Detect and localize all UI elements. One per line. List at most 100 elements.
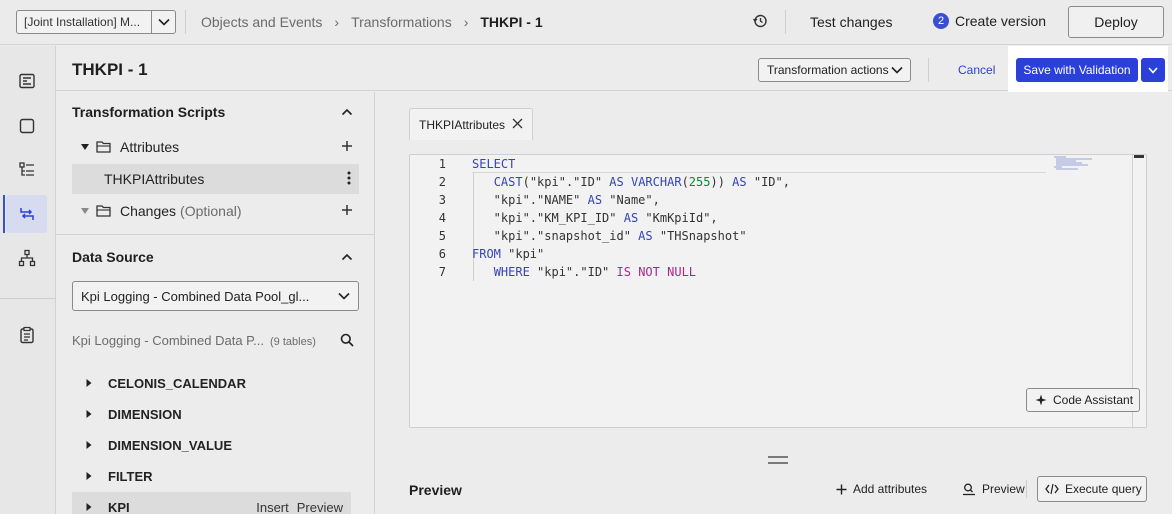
breadcrumb-separator: ›	[334, 14, 340, 30]
square-icon	[19, 118, 34, 134]
optional-label: (Optional)	[180, 203, 242, 219]
caret-right-icon[interactable]	[84, 471, 94, 481]
code-line: 6 FROM "kpi"	[410, 245, 545, 263]
preview-title: Preview	[409, 482, 462, 498]
tree-item-attributes[interactable]: Attributes	[72, 132, 359, 162]
rail-item-clipboard[interactable]	[6, 316, 47, 354]
left-rail	[0, 46, 56, 514]
create-version-label: Create version	[955, 13, 1047, 29]
table-item[interactable]: FILTER	[72, 461, 351, 491]
chevron-down-icon	[151, 11, 175, 33]
dashboard-icon	[18, 73, 35, 89]
code-line: 3 "kpi"."NAME" AS "Name",	[410, 191, 660, 209]
divider	[0, 298, 56, 299]
code-editor[interactable]: 1 SELECT 2 CAST("kpi"."ID" AS VARCHAR(25…	[409, 154, 1147, 428]
search-icon[interactable]	[340, 333, 354, 347]
chevron-down-icon	[338, 292, 350, 300]
preview-button[interactable]: Preview	[962, 482, 1025, 496]
code-assistant-label: Code Assistant	[1053, 393, 1134, 407]
breadcrumb-current: THKPI - 1	[480, 14, 543, 30]
divider	[785, 10, 786, 34]
close-icon[interactable]	[512, 118, 523, 129]
minimap[interactable]	[1052, 155, 1104, 173]
tree-item-changes[interactable]: Changes (Optional)	[72, 196, 359, 226]
caret-right-icon[interactable]	[84, 440, 94, 450]
history-icon[interactable]	[752, 13, 770, 31]
rail-item-objects[interactable]	[6, 107, 47, 145]
test-changes-button[interactable]: Test changes	[810, 14, 893, 30]
resize-handle[interactable]	[768, 456, 788, 464]
scrollbar[interactable]	[1132, 155, 1146, 427]
hierarchy-icon	[18, 249, 35, 267]
save-options-button[interactable]	[1141, 58, 1165, 82]
line-number: 7	[438, 265, 446, 279]
more-vertical-icon[interactable]	[347, 171, 351, 185]
tree-item-label: THKPIAttributes	[104, 171, 205, 187]
data-source-name: Kpi Logging - Combined Data P...	[72, 333, 264, 348]
caret-down-icon[interactable]	[78, 143, 92, 151]
divider	[1026, 480, 1027, 498]
tab-label: THKPIAttributes	[419, 117, 506, 132]
divider	[472, 172, 1046, 173]
preview-label: Preview	[982, 482, 1025, 496]
rail-item-hierarchy[interactable]	[6, 239, 47, 277]
cancel-button[interactable]: Cancel	[958, 63, 995, 77]
table-item-kpi[interactable]: KPI Insert Preview	[72, 492, 351, 514]
package-select-label: [Joint Installation] M...	[24, 15, 141, 29]
chevron-up-icon[interactable]	[341, 106, 353, 118]
folder-open-icon	[96, 205, 111, 217]
line-number: 5	[438, 229, 446, 243]
caret-right-icon[interactable]	[84, 378, 94, 388]
scrollbar-thumb[interactable]	[1134, 155, 1144, 158]
line-number: 3	[438, 193, 446, 207]
tab-thkpiattributes[interactable]: THKPIAttributes	[409, 108, 533, 140]
table-item[interactable]: DIMENSION	[72, 399, 351, 429]
transform-icon	[19, 208, 34, 220]
rail-item-events[interactable]	[6, 151, 47, 189]
create-version-button[interactable]: 2 Create version	[933, 13, 1046, 29]
insert-link[interactable]: Insert	[256, 500, 289, 514]
transformation-scripts-title: Transformation Scripts	[72, 104, 226, 120]
code-line: 2 CAST("kpi"."ID" AS VARCHAR(255)) AS "I…	[410, 173, 790, 191]
data-source-select[interactable]: Kpi Logging - Combined Data Pool_gl...	[72, 281, 359, 311]
rail-item-overview[interactable]	[6, 62, 47, 100]
plus-icon	[836, 484, 847, 494]
version-count-badge: 2	[933, 13, 949, 29]
code-icon	[1045, 483, 1059, 495]
line-number: 2	[438, 175, 446, 189]
table-item[interactable]: DIMENSION_VALUE	[72, 430, 351, 460]
preview-icon	[963, 483, 975, 495]
chevron-up-icon[interactable]	[341, 251, 353, 263]
add-attributes-button[interactable]: Add attributes	[836, 482, 927, 496]
scripts-panel: Transformation Scripts Attributes THKPIA…	[56, 92, 375, 514]
deploy-button[interactable]: Deploy	[1068, 6, 1164, 38]
caret-right-icon[interactable]	[84, 409, 94, 419]
execute-query-button[interactable]: Execute query	[1037, 476, 1147, 502]
list-tree-icon	[18, 162, 34, 176]
breadcrumb-transformations[interactable]: Transformations	[351, 14, 452, 30]
table-name: CELONIS_CALENDAR	[108, 375, 246, 391]
preview-link[interactable]: Preview	[297, 500, 343, 514]
line-number: 1	[438, 157, 446, 171]
breadcrumb-objects-events[interactable]: Objects and Events	[201, 14, 322, 30]
table-count: (9 tables)	[270, 336, 316, 348]
plus-icon[interactable]	[341, 204, 353, 216]
rail-item-transformations[interactable]	[6, 195, 47, 233]
table-row-actions: Insert Preview	[256, 500, 343, 514]
caret-down-icon[interactable]	[78, 207, 92, 215]
transformation-actions-dropdown[interactable]: Transformation actions	[758, 58, 911, 82]
caret-right-icon[interactable]	[84, 502, 94, 512]
table-item[interactable]: CELONIS_CALENDAR	[72, 368, 351, 398]
code-assistant-button[interactable]: Code Assistant	[1026, 388, 1140, 412]
divider	[185, 10, 186, 34]
plus-icon[interactable]	[341, 140, 353, 152]
clipboard-icon	[19, 326, 34, 344]
breadcrumb-separator: ›	[463, 14, 469, 30]
add-attributes-label: Add attributes	[853, 482, 928, 496]
breadcrumb: Objects and Events › Transformations › T…	[201, 14, 543, 30]
package-select[interactable]: [Joint Installation] M...	[16, 10, 176, 34]
table-name: DIMENSION	[108, 406, 182, 422]
code-line: 4 "kpi"."KM_KPI_ID" AS "KmKpiId",	[410, 209, 718, 227]
tree-item-thkpiattributes[interactable]: THKPIAttributes	[72, 164, 359, 194]
save-with-validation-button[interactable]: Save with Validation	[1016, 58, 1138, 82]
